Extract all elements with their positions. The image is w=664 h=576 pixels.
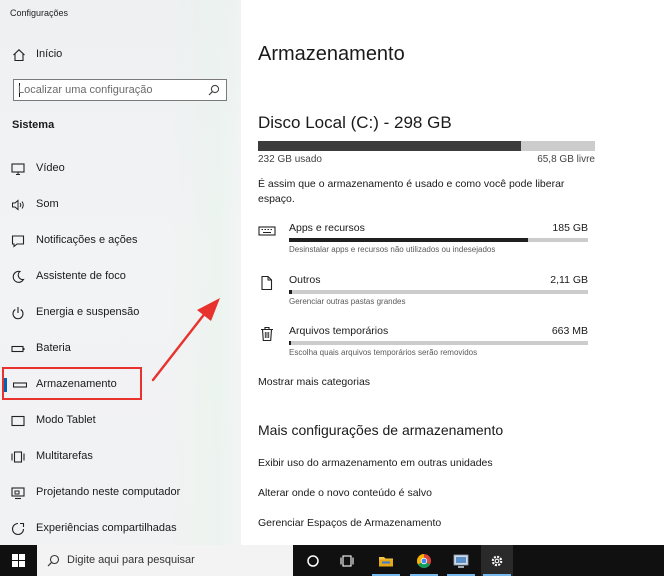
sidebar-item-label: Som (36, 198, 59, 210)
task-view-button[interactable] (331, 545, 363, 576)
category-apps-features[interactable]: Apps e recursos 185 GB Desinstalar apps … (258, 220, 588, 260)
settings-icon (491, 555, 503, 567)
category-usage-fill (289, 238, 529, 242)
more-settings-heading: Mais configurações de armazenamento (258, 422, 504, 438)
sidebar-item-notifications[interactable]: Notificações e ações (0, 228, 241, 254)
category-usage-fill (289, 341, 292, 345)
multitask-icon (11, 451, 25, 463)
category-name: Arquivos temporários (289, 325, 389, 337)
sidebar-item-focus-assist[interactable]: Assistente de foco (0, 264, 241, 290)
tablet-icon (11, 415, 25, 427)
annotation-highlight-box (2, 367, 142, 400)
category-name: Apps e recursos (289, 222, 365, 234)
sidebar-item-label: Modo Tablet (36, 414, 96, 426)
shared-icon (11, 522, 25, 536)
windows-logo-icon (12, 554, 25, 567)
start-button[interactable] (0, 545, 37, 576)
disk-used-label: 232 GB usado (258, 154, 322, 165)
notification-icon (11, 235, 25, 248)
cortana-button[interactable] (297, 545, 329, 576)
search-icon[interactable] (208, 84, 220, 96)
nav-home[interactable]: Início (0, 44, 241, 66)
change-save-location-link[interactable]: Alterar onde o novo conteúdo é salvo (258, 487, 432, 499)
manage-storage-spaces-link[interactable]: Gerenciar Espaços de Armazenamento (258, 517, 441, 529)
cortana-icon (307, 555, 319, 567)
taskbar-search-label: Digite aqui para pesquisar (67, 554, 195, 566)
sidebar-item-sound[interactable]: Som (0, 192, 241, 218)
category-size: 185 GB (552, 222, 588, 234)
moon-icon (12, 270, 25, 283)
category-subtitle: Gerenciar outras pastas grandes (289, 297, 406, 306)
chrome-button[interactable] (408, 545, 440, 576)
keyboard-icon (258, 226, 276, 236)
sidebar-item-tablet-mode[interactable]: Modo Tablet (0, 408, 241, 434)
chrome-icon (417, 554, 431, 568)
sidebar: Configurações Início Sistema Vídeo Som (0, 0, 250, 545)
speaker-icon (12, 199, 24, 211)
sidebar-item-label: Bateria (36, 342, 71, 354)
category-usage-bar (289, 290, 588, 294)
taskbar-search[interactable]: Digite aqui para pesquisar (37, 545, 293, 576)
category-others[interactable]: Outros 2,11 GB Gerenciar outras pastas g… (258, 272, 588, 312)
section-title: Sistema (12, 119, 55, 131)
sidebar-item-label: Experiências compartilhadas (36, 522, 177, 534)
nav-home-label: Início (36, 48, 63, 60)
projector-icon (11, 487, 25, 500)
sidebar-item-label: Energia e suspensão (36, 306, 140, 318)
control-panel-button[interactable] (445, 545, 477, 576)
sidebar-item-label: Multitarefas (36, 450, 93, 462)
view-other-drives-link[interactable]: Exibir uso do armazenamento em outras un… (258, 457, 493, 469)
sidebar-item-label: Assistente de foco (36, 270, 126, 282)
main-content: Armazenamento Disco Local (C:) - 298 GB … (241, 0, 664, 545)
trash-icon (261, 326, 273, 342)
category-size: 663 MB (551, 325, 588, 337)
category-temp-files[interactable]: Arquivos temporários 663 MB Escolha quai… (258, 323, 588, 363)
disk-usage-bar[interactable] (258, 141, 595, 151)
category-usage-bar (289, 238, 588, 242)
disk-usage-fill (258, 141, 521, 151)
show-more-categories-link[interactable]: Mostrar mais categorias (258, 376, 370, 388)
home-icon (13, 49, 25, 62)
category-usage-bar (289, 341, 588, 345)
file-explorer-button[interactable] (370, 545, 402, 576)
taskbar: Digite aqui para pesquisar (0, 545, 664, 576)
category-name: Outros (289, 274, 321, 286)
category-subtitle: Desinstalar apps e recursos não utilizad… (289, 245, 496, 254)
sidebar-item-video[interactable]: Vídeo (0, 156, 241, 182)
power-icon (12, 307, 24, 320)
annotation-arrow (151, 298, 220, 382)
document-icon (261, 275, 273, 291)
sidebar-item-multitasking[interactable]: Multitarefas (0, 444, 241, 470)
sidebar-item-shared-experiences[interactable]: Experiências compartilhadas (0, 516, 241, 542)
page-title: Armazenamento (258, 43, 405, 65)
sidebar-item-projecting[interactable]: Projetando neste computador (0, 480, 241, 506)
search-input[interactable] (18, 82, 204, 98)
search-settings[interactable] (13, 79, 227, 101)
storage-description: É assim que o armazenamento é usado e co… (258, 178, 565, 205)
search-icon (47, 554, 60, 567)
disk-title[interactable]: Disco Local (C:) - 298 GB (258, 113, 452, 133)
control-panel-icon (453, 554, 469, 568)
task-view-icon (340, 555, 354, 567)
sidebar-item-label: Notificações e ações (36, 234, 138, 246)
window-title: Configurações (10, 8, 69, 18)
category-subtitle: Escolha quais arquivos temporários serão… (289, 348, 478, 357)
sidebar-item-label: Projetando neste computador (36, 486, 181, 498)
battery-icon (11, 345, 25, 353)
monitor-icon (11, 163, 25, 176)
sidebar-item-label: Vídeo (36, 162, 65, 174)
category-usage-fill (289, 290, 292, 294)
settings-button[interactable] (481, 545, 513, 576)
category-size: 2,11 GB (550, 274, 588, 286)
file-explorer-icon (379, 557, 393, 567)
disk-free-label: 65,8 GB livre (537, 154, 595, 165)
